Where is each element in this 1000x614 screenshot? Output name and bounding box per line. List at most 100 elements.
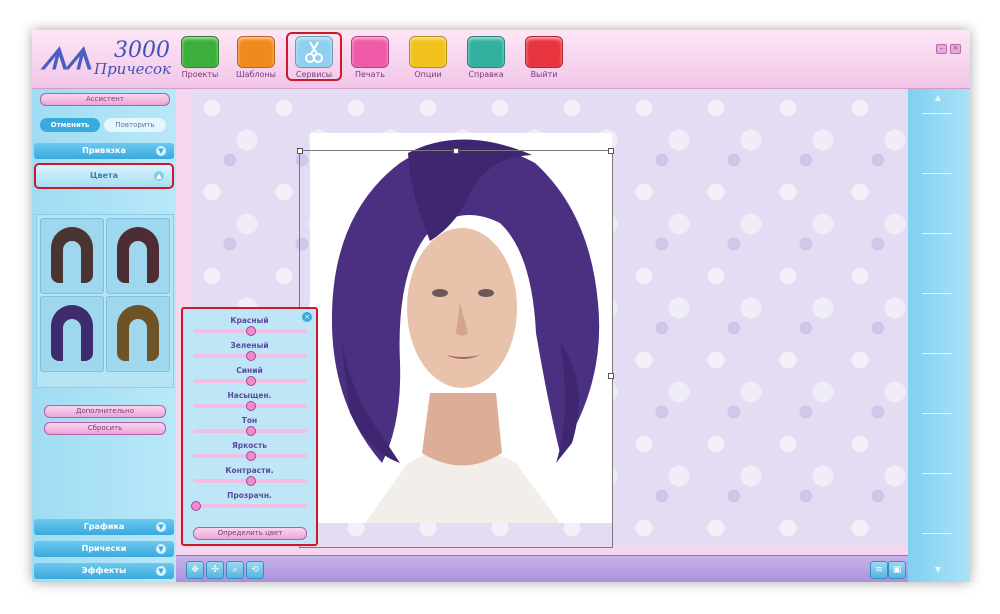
zoom-icon[interactable]: ⌕ <box>226 561 244 579</box>
portrait-illustration <box>331 139 600 523</box>
toolbar-options-button[interactable]: Опции <box>402 36 454 79</box>
hairstyles-section[interactable]: Прически ▼ <box>34 541 174 557</box>
toolbar-label: Печать <box>355 70 385 79</box>
chevron-up-icon: ▲ <box>154 171 164 181</box>
slider-green: Зеленый <box>183 338 316 363</box>
wig-icon <box>51 227 93 283</box>
toolbar-label: Сервисы <box>295 70 333 79</box>
app-window: ᗑᗑ 3000 Причесок Проекты Шаблоны Сервисы <box>32 30 970 582</box>
menu-icon[interactable]: ≡ <box>870 561 888 579</box>
slider-track[interactable] <box>193 401 307 411</box>
graphics-label: Графика <box>83 522 125 531</box>
top-toolbar: ᗑᗑ 3000 Причесок Проекты Шаблоны Сервисы <box>32 30 970 89</box>
toolbar-services-button[interactable]: Сервисы <box>286 32 342 81</box>
slider-track[interactable] <box>193 351 307 361</box>
hairstyles-label: Прически <box>81 544 127 553</box>
exit-icon <box>525 36 563 68</box>
slider-track[interactable] <box>193 326 307 336</box>
divider <box>922 353 952 354</box>
divider <box>922 473 952 474</box>
graphics-section[interactable]: Графика ▼ <box>34 519 174 535</box>
slider-track[interactable] <box>191 501 307 511</box>
slider-red: Красный <box>183 313 316 338</box>
scroll-down-icon[interactable]: ▼ <box>932 565 944 575</box>
redo-button[interactable]: Повторить <box>104 118 166 132</box>
app-logo: ᗑᗑ 3000 Причесок <box>38 38 171 82</box>
colors-section[interactable]: Цвета ▲ <box>34 163 174 189</box>
wig-icon <box>51 305 93 361</box>
effects-section[interactable]: Эффекты ▼ <box>34 563 174 579</box>
move-icon[interactable]: ✣ <box>206 561 224 579</box>
slider-contrast: Контрасти. <box>183 463 316 488</box>
close-button[interactable]: × <box>950 44 961 54</box>
slider-transparency: Прозрачн. <box>183 488 316 513</box>
toolbar-label: Выйти <box>530 70 558 79</box>
slider-thumb[interactable] <box>246 426 256 436</box>
logo-mark-icon: ᗑᗑ <box>40 42 93 77</box>
slider-thumb[interactable] <box>191 501 202 511</box>
left-panel: Ассистент Отменить Повторить Привязка ▼ … <box>32 89 176 582</box>
toolbar-label: Опции <box>414 70 442 79</box>
toolbar-label: Шаблоны <box>236 70 276 79</box>
divider <box>922 413 952 414</box>
colors-label: Цвета <box>90 171 118 180</box>
toolbar-label: Проекты <box>181 70 219 79</box>
rotate-icon[interactable]: ⟲ <box>246 561 264 579</box>
slider-track[interactable] <box>193 451 307 461</box>
screen-icon[interactable]: ▣ <box>888 561 906 579</box>
undo-button[interactable]: Отменить <box>40 118 100 132</box>
toolbar-label: Справка <box>468 70 504 79</box>
portrait-photo <box>310 133 612 523</box>
scissors-icon <box>295 36 333 68</box>
color-adjust-dialog: × Красный Зеленый Синий Насыщен. Тон Ярк… <box>181 307 318 546</box>
slider-label: Тон <box>241 416 258 425</box>
slider-label: Красный <box>230 316 269 325</box>
chevron-down-icon: ▼ <box>156 566 166 576</box>
toolbar-projects-button[interactable]: Проекты <box>174 36 226 79</box>
assistant-button[interactable]: Ассистент <box>40 93 170 106</box>
help-icon <box>467 36 505 68</box>
divider <box>922 533 952 534</box>
effects-label: Эффекты <box>81 566 127 575</box>
slider-label: Насыщен. <box>227 391 272 400</box>
slider-track[interactable] <box>193 426 307 436</box>
chevron-down-icon: ▼ <box>156 146 166 156</box>
slider-thumb[interactable] <box>246 326 256 336</box>
slider-thumb[interactable] <box>246 401 256 411</box>
toolbar-help-button[interactable]: Справка <box>460 36 512 79</box>
toolbar-templates-button[interactable]: Шаблоны <box>230 36 282 79</box>
logo-word: Причесок <box>94 60 171 78</box>
toolbar-print-button[interactable]: Печать <box>344 36 396 79</box>
toolbar-exit-button[interactable]: Выйти <box>518 36 570 79</box>
chevron-down-icon: ▼ <box>156 522 166 532</box>
projects-icon <box>181 36 219 68</box>
slider-label: Зеленый <box>230 341 269 350</box>
hair-swatch[interactable] <box>40 218 104 294</box>
options-icon <box>409 36 447 68</box>
minimize-button[interactable]: – <box>936 44 947 54</box>
wig-icon <box>117 227 159 283</box>
slider-track[interactable] <box>193 376 307 386</box>
reset-button[interactable]: Сбросить <box>44 422 166 435</box>
move-icon[interactable]: ✥ <box>186 561 204 579</box>
hair-swatch[interactable] <box>40 296 104 372</box>
scroll-up-icon[interactable]: ▲ <box>932 93 944 103</box>
slider-brightness: Яркость <box>183 438 316 463</box>
slider-label: Прозрачн. <box>227 491 272 500</box>
divider <box>922 293 952 294</box>
slider-thumb[interactable] <box>246 376 256 386</box>
slider-saturation: Насыщен. <box>183 388 316 413</box>
detect-color-button[interactable]: Определить цвет <box>193 527 307 540</box>
snap-section[interactable]: Привязка ▼ <box>34 143 174 159</box>
slider-track[interactable] <box>193 476 307 486</box>
more-button[interactable]: Дополнительно <box>44 405 166 418</box>
hair-swatch[interactable] <box>106 296 170 372</box>
snap-label: Привязка <box>82 146 126 155</box>
slider-thumb[interactable] <box>246 451 256 461</box>
slider-thumb[interactable] <box>246 351 256 361</box>
slider-label: Яркость <box>232 441 267 450</box>
hair-swatch[interactable] <box>106 218 170 294</box>
divider <box>922 233 952 234</box>
slider-thumb[interactable] <box>246 476 256 486</box>
resize-handle[interactable] <box>297 148 303 154</box>
